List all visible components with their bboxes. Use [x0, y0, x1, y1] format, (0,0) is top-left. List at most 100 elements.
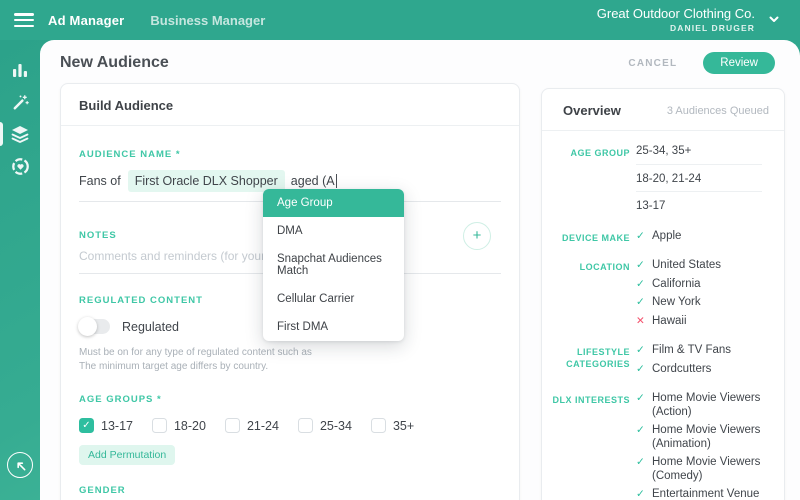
name-prefix-text: Fans of [79, 174, 121, 188]
back-button[interactable] [7, 452, 33, 478]
dropdown-item[interactable]: Snapchat Audiences Match [263, 245, 404, 285]
checkbox-label: 13-17 [101, 419, 133, 433]
dropdown-item[interactable]: Cellular Carrier [263, 285, 404, 313]
overview-item-text: Entertainment Venue Visitors [652, 488, 770, 500]
toggle-knob [78, 317, 97, 336]
checkbox-label: 21-24 [247, 419, 279, 433]
sidebar-item-analytics[interactable] [0, 54, 40, 86]
business-manager-link[interactable]: Business Manager [150, 13, 265, 28]
age-checkbox-13-17[interactable]: ✓ 13-17 [79, 418, 133, 433]
overview-item: 18-20, 21-24 [636, 173, 770, 187]
overview-item: ✓Home Movie Viewers (Action) [636, 392, 770, 419]
cancel-button[interactable]: CANCEL [628, 58, 677, 69]
overview-item: ✓Cordcutters [636, 363, 770, 377]
overview-body: AGE GROUP25-34, 35+ 18-20, 21-24 13-17 DEVI… [542, 131, 784, 500]
overview-item: ✓California [636, 278, 770, 292]
main-content: New Audience CANCEL Review Build Audienc… [40, 40, 800, 500]
checkbox [225, 418, 240, 433]
check-icon: ✓ [636, 456, 652, 483]
overview-section-label: DLX INTERESTS [542, 392, 636, 500]
overview-section-label: LOCATION [542, 259, 636, 333]
overview-section: DLX INTERESTS✓Home Movie Viewers (Action… [542, 392, 770, 500]
overview-section: LOCATION✓United States✓California✓New Yo… [542, 259, 770, 333]
age-checkbox-25-34[interactable]: 25-34 [298, 418, 352, 433]
overview-item: ✓United States [636, 259, 770, 273]
regulated-toggle-label: Regulated [122, 320, 179, 334]
check-icon: ✓ [636, 344, 652, 358]
overview-item: 25-34, 35+ [636, 145, 770, 159]
overview-item-text: Apple [652, 230, 681, 244]
age-checkbox-35+[interactable]: 35+ [371, 418, 414, 433]
checkbox-label: 35+ [393, 419, 414, 433]
chevron-down-icon[interactable] [768, 13, 780, 25]
app-title: Ad Manager [48, 13, 124, 28]
age-checkbox-21-24[interactable]: 21-24 [225, 418, 279, 433]
page-title: New Audience [60, 54, 169, 72]
checkbox [371, 418, 386, 433]
audience-name-label: AUDIENCE NAME * [79, 149, 501, 160]
overview-item-text: New York [652, 296, 701, 310]
age-groups-row: ✓ 13-17 18-20 21-24 25-34 35+ [79, 418, 501, 433]
back-arrow-icon [14, 459, 27, 472]
overview-section-label: AGE GROUP [542, 145, 636, 219]
audiences-queued-count: 3 Audiences Queued [667, 105, 769, 117]
add-attribute-button[interactable]: + [463, 222, 491, 250]
divider [636, 164, 762, 165]
review-button[interactable]: Review [703, 52, 775, 74]
age-groups-label: AGE GROUPS * [79, 394, 501, 405]
active-indicator [0, 122, 3, 146]
overview-section-values: ✓Home Movie Viewers (Action)✓Home Movie … [636, 392, 770, 500]
account-name: Great Outdoor Clothing Co. [597, 6, 755, 22]
layers-icon [10, 124, 30, 144]
overview-item-text: Film & TV Fans [652, 344, 731, 358]
dropdown-item[interactable]: DMA [263, 217, 404, 245]
overview-item: ✓Entertainment Venue Visitors [636, 488, 770, 500]
sidebar [0, 40, 40, 500]
sidebar-item-audiences[interactable] [0, 118, 40, 150]
overview-item-text: Home Movie Viewers (Action) [652, 392, 770, 419]
overview-section-label: DEVICE MAKE [542, 230, 636, 249]
checkbox [152, 418, 167, 433]
x-icon: ✕ [636, 315, 652, 329]
check-icon: ✓ [636, 230, 652, 244]
regulated-toggle[interactable] [79, 319, 110, 334]
menu-icon[interactable] [14, 13, 34, 27]
overview-section-values: ✓Film & TV Fans ✓Cordcutters [636, 344, 770, 381]
overview-item: ✓Home Movie Viewers (Comedy) [636, 456, 770, 483]
target-heart-icon [11, 157, 30, 176]
name-suffix-text: aged (A [291, 174, 335, 188]
overview-item-text: Cordcutters [652, 363, 711, 377]
overview-section-values: ✓United States✓California✓New York✕Hawai… [636, 259, 770, 333]
overview-item: ✕Hawaii [636, 315, 770, 329]
check-icon: ✓ [636, 424, 652, 451]
magic-wand-icon [11, 93, 30, 112]
overview-section: DEVICE MAKE✓Apple [542, 230, 770, 249]
overview-title: Overview [563, 103, 621, 118]
sidebar-item-create[interactable] [0, 86, 40, 118]
overview-item-text: Hawaii [652, 315, 687, 329]
add-permutation-button[interactable]: Add Permutation [79, 445, 175, 465]
overview-section-values: ✓Apple [636, 230, 770, 249]
account-user: DANIEL DRUGER [597, 23, 755, 33]
name-token[interactable]: First Oracle DLX Shopper [128, 170, 285, 192]
sidebar-item-pixel[interactable] [0, 150, 40, 182]
checkbox-checked-icon: ✓ [79, 418, 94, 433]
attribute-dropdown: Age GroupDMASnapchat Audiences MatchCell… [263, 189, 404, 341]
check-icon: ✓ [636, 278, 652, 292]
bar-chart-icon [10, 60, 30, 80]
overview-section: AGE GROUP25-34, 35+ 18-20, 21-24 13-17 [542, 145, 770, 219]
overview-item-text: Home Movie Viewers (Comedy) [652, 456, 770, 483]
gender-label: GENDER [79, 485, 501, 496]
account-switcher[interactable]: Great Outdoor Clothing Co. DANIEL DRUGER [597, 6, 755, 33]
regulated-hint: Must be on for any type of regulated con… [79, 346, 499, 374]
check-icon: ✓ [636, 259, 652, 273]
checkbox-label: 18-20 [174, 419, 206, 433]
dropdown-item[interactable]: Age Group [263, 189, 404, 217]
overview-item: ✓New York [636, 296, 770, 310]
age-checkbox-18-20[interactable]: 18-20 [152, 418, 206, 433]
divider [636, 191, 762, 192]
overview-item: 13-17 [636, 200, 770, 214]
dropdown-item[interactable]: First DMA [263, 313, 404, 341]
checkbox-label: 25-34 [320, 419, 352, 433]
overview-item-text: California [652, 278, 701, 292]
